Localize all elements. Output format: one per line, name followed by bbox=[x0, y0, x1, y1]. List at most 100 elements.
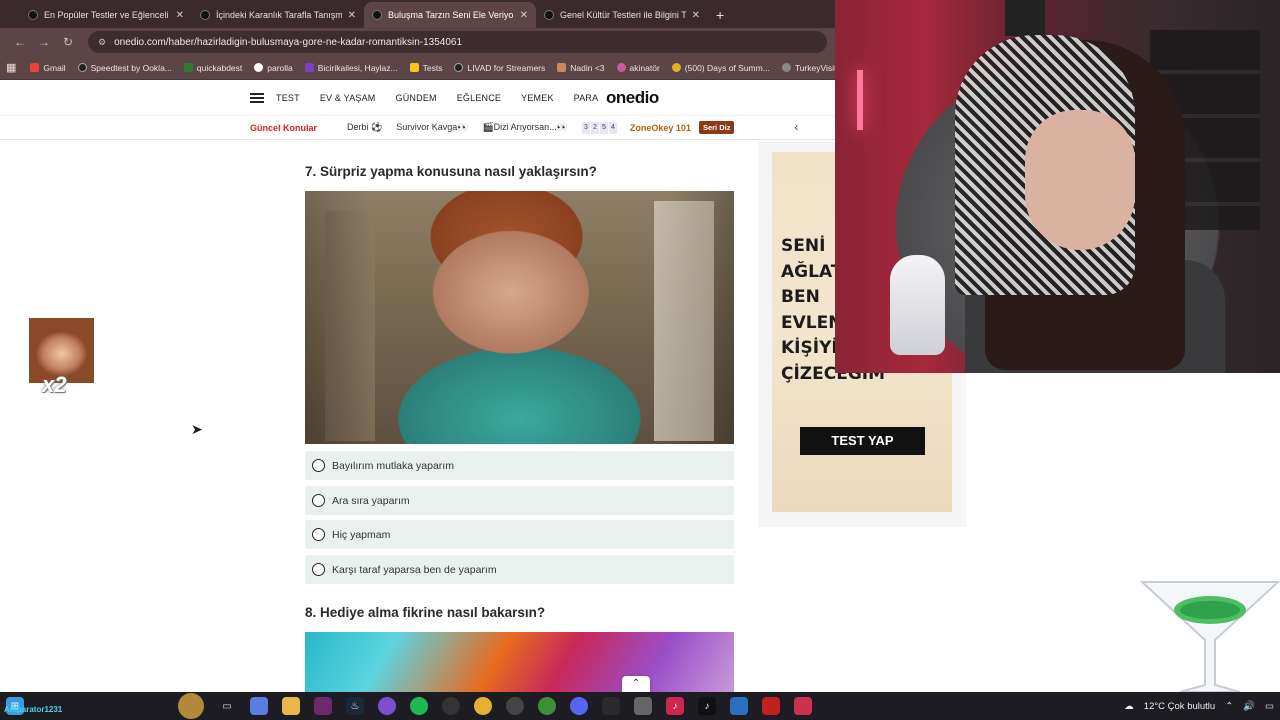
mouse-cursor-icon: ➤ bbox=[191, 421, 203, 437]
bookmark-item[interactable]: quickabdest bbox=[183, 63, 242, 73]
close-tab-icon[interactable]: ✕ bbox=[692, 10, 700, 21]
app-icon[interactable] bbox=[602, 697, 620, 715]
bookmark-item[interactable]: LIVAD for Streamers bbox=[454, 63, 545, 73]
tiktok-live-icon[interactable]: ♪ bbox=[698, 697, 716, 715]
bookmark-icon bbox=[781, 63, 791, 72]
bookmark-icon bbox=[77, 63, 87, 72]
nav-link-para[interactable]: PARA bbox=[574, 93, 599, 103]
browser-tab[interactable]: En Popüler Testler ve Eğlenceli ✕ bbox=[20, 2, 192, 28]
forward-icon[interactable]: → bbox=[32, 35, 56, 49]
app-icon[interactable] bbox=[794, 697, 812, 715]
answer-label: Bayılırım mutlaka yaparım bbox=[332, 459, 454, 472]
site-info-icon[interactable]: ⚙ bbox=[98, 37, 106, 48]
bookmark-item[interactable]: Speedtest by Ookla... bbox=[77, 62, 172, 73]
number-tile: 5 bbox=[599, 121, 608, 134]
bookmark-item[interactable]: Nadin <3 bbox=[557, 62, 605, 73]
zoneokey-link[interactable]: ZoneOkey 101 bbox=[630, 123, 691, 133]
app-icon[interactable] bbox=[762, 697, 780, 715]
bookmark-label: Nadin <3 bbox=[570, 62, 605, 73]
answer-option[interactable]: Ara sıra yaparım bbox=[305, 486, 734, 515]
site-logo[interactable]: onedio bbox=[606, 88, 659, 108]
bookmark-item[interactable]: parolla bbox=[254, 63, 293, 73]
number-tile: 2 bbox=[590, 121, 599, 134]
file-explorer-icon[interactable] bbox=[282, 697, 300, 715]
site-header: TEST EV & YAŞAM GÜNDEM EĞLENCE YEMEK PAR… bbox=[0, 80, 835, 116]
tiktok-icon[interactable]: ♪ bbox=[666, 697, 684, 715]
radio-icon[interactable] bbox=[312, 494, 325, 507]
volume-icon[interactable]: 🔊 bbox=[1243, 701, 1255, 712]
discord-icon[interactable] bbox=[570, 697, 588, 715]
nav-link-test[interactable]: TEST bbox=[276, 93, 300, 103]
bookmark-icon bbox=[454, 63, 464, 72]
answer-option[interactable]: Karşı taraf yaparsa ben de yaparım bbox=[305, 555, 734, 584]
apps-icon[interactable]: ▦ bbox=[6, 61, 16, 74]
close-tab-icon[interactable]: ✕ bbox=[176, 10, 184, 21]
windows-taskbar: ⊞ ▭ ♨ ♪ ♪ bbox=[0, 692, 1280, 720]
nav-link-eglence[interactable]: EĞLENCE bbox=[457, 93, 501, 103]
reload-icon[interactable]: ↻ bbox=[56, 35, 80, 49]
nav-link-yemek[interactable]: YEMEK bbox=[521, 93, 554, 103]
tray-chevron-icon[interactable]: ⌃ bbox=[1225, 701, 1233, 712]
bookmark-label: Speedtest by Ookla... bbox=[90, 62, 172, 73]
browser-tab[interactable]: İçindeki Karanlık Tarafla Tanışm ✕ bbox=[192, 2, 364, 28]
app-icon[interactable] bbox=[442, 697, 460, 715]
app-icon[interactable] bbox=[538, 697, 556, 715]
app-icon[interactable] bbox=[634, 697, 652, 715]
radio-icon[interactable] bbox=[312, 528, 325, 541]
overlay-avatar-icon bbox=[178, 693, 204, 719]
number-tile: 4 bbox=[608, 121, 617, 134]
notification-icon[interactable]: ▭ bbox=[1265, 701, 1274, 712]
chrome-icon[interactable] bbox=[474, 697, 492, 715]
copilot-icon[interactable] bbox=[250, 697, 268, 715]
chevron-left-icon[interactable]: ‹ bbox=[794, 122, 798, 134]
close-tab-icon[interactable]: ✕ bbox=[348, 10, 356, 21]
browser-tab[interactable]: Genel Kültür Testleri ile Bilgini T ✕ bbox=[536, 2, 708, 28]
address-bar-row: ← → ↻ ⚙ onedio.com/haber/hazirladigin-bu… bbox=[0, 28, 835, 56]
app-icon[interactable] bbox=[314, 697, 332, 715]
bookmark-item[interactable]: akinatör bbox=[616, 63, 660, 73]
bookmark-icon bbox=[183, 63, 193, 72]
nav-link-ev-yasam[interactable]: EV & YAŞAM bbox=[320, 93, 376, 103]
weather-text[interactable]: 12°C Çok bulutlu bbox=[1144, 701, 1215, 712]
question-8-title: 8. Hediye alma fikrine nasıl bakarsın? bbox=[305, 605, 546, 620]
question-7-gif bbox=[305, 191, 734, 444]
bookmark-label: (500) Days of Summ... bbox=[684, 62, 770, 73]
trending-item[interactable]: 🎬Dizi Arıyorsan...👀 bbox=[482, 122, 567, 133]
ad-test-yap-button[interactable]: TEST YAP bbox=[800, 427, 925, 455]
seri-diz-badge[interactable]: Seri Diz bbox=[698, 121, 735, 134]
answer-option[interactable]: Hiç yapmam bbox=[305, 520, 734, 549]
radio-icon[interactable] bbox=[312, 563, 325, 576]
number-tiles[interactable]: 3 2 5 4 bbox=[581, 121, 618, 134]
bookmark-item[interactable]: Bicirikailesi, Haylaz... bbox=[304, 62, 398, 73]
bookmark-item[interactable]: Gmail bbox=[30, 63, 66, 73]
new-tab-icon[interactable]: + bbox=[716, 2, 724, 28]
answer-option[interactable]: Bayılırım mutlaka yaparım bbox=[305, 451, 734, 480]
bookmark-item[interactable]: (500) Days of Summ... bbox=[671, 62, 770, 73]
back-icon[interactable]: ← bbox=[8, 35, 32, 49]
tab-title: İçindeki Karanlık Tarafla Tanışm bbox=[216, 10, 342, 20]
cocktail-glass-overlay bbox=[1140, 581, 1280, 693]
app-icon[interactable] bbox=[506, 697, 524, 715]
trending-item[interactable]: Derbi ⚽ bbox=[347, 122, 382, 133]
radio-icon[interactable] bbox=[312, 459, 325, 472]
trending-item[interactable]: Survivor Kavga👀 bbox=[396, 122, 468, 133]
weather-icon[interactable]: ☁ bbox=[1124, 701, 1134, 712]
bookmark-icon bbox=[304, 63, 314, 72]
task-view-icon[interactable]: ▭ bbox=[218, 697, 236, 715]
app-icon[interactable] bbox=[378, 697, 396, 715]
bookmark-icon bbox=[30, 63, 40, 72]
spotify-icon[interactable] bbox=[410, 697, 428, 715]
steam-icon[interactable]: ♨ bbox=[346, 697, 364, 715]
app-icon[interactable] bbox=[730, 697, 748, 715]
answer-label: Hiç yapmam bbox=[332, 528, 391, 541]
question-7-title: 7. Sürpriz yapma konusuna nasıl yaklaşır… bbox=[305, 164, 597, 179]
browser-tab-active[interactable]: Buluşma Tarzın Seni Ele Veriyor ✕ bbox=[364, 2, 536, 28]
hamburger-menu-icon[interactable] bbox=[250, 91, 264, 105]
bookmark-item[interactable]: Tests bbox=[409, 63, 442, 73]
bookmark-label: Bicirikailesi, Haylaz... bbox=[317, 62, 398, 73]
nav-link-gundem[interactable]: GÜNDEM bbox=[396, 93, 437, 103]
close-tab-icon[interactable]: ✕ bbox=[520, 10, 528, 21]
url-input[interactable]: ⚙ onedio.com/haber/hazirladigin-bulusmay… bbox=[88, 31, 827, 53]
bookmarks-bar: ▦ Gmail Speedtest by Ookla... quickabdes… bbox=[0, 56, 846, 80]
scroll-to-top-icon[interactable]: ⌃ bbox=[622, 676, 650, 692]
